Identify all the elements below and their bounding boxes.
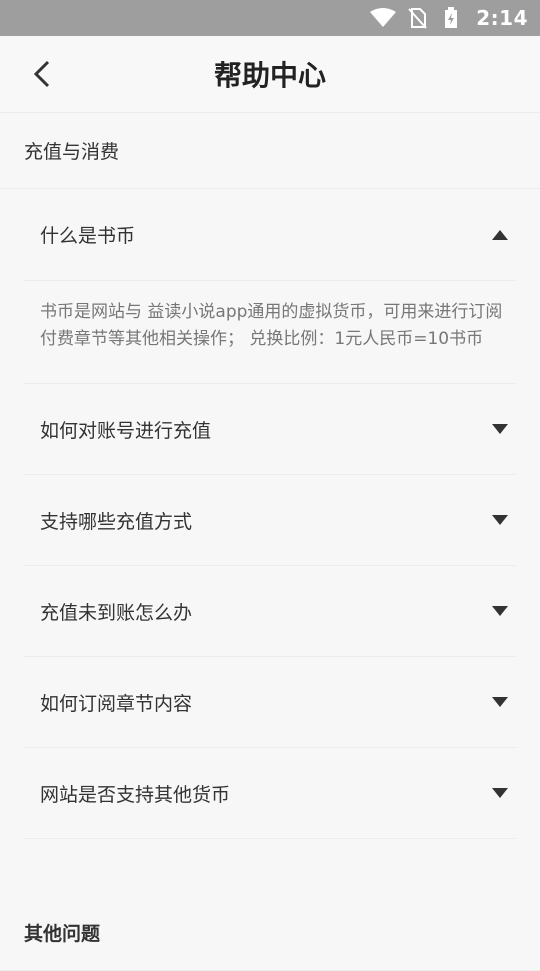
wifi-icon (370, 7, 397, 29)
faq-question-toggle[interactable]: 什么是书币 (24, 189, 516, 281)
faq-item: 什么是书币 书币是网站与 益读小说app通用的虚拟货币，可用来进行订阅付费章节等… (24, 189, 516, 384)
faq-list-recharge: 什么是书币 书币是网站与 益读小说app通用的虚拟货币，可用来进行订阅付费章节等… (24, 189, 516, 839)
faq-question-toggle[interactable]: 如何订阅章节内容 (24, 657, 516, 747)
triangle-down-icon (490, 513, 510, 527)
status-bar: 2:14 (0, 0, 540, 36)
faq-question-text: 网站是否支持其他货币 (40, 783, 231, 806)
section-title-recharge: 充值与消费 (0, 113, 540, 189)
faq-question-toggle[interactable]: 支持哪些充值方式 (24, 475, 516, 565)
faq-question-text: 支持哪些充值方式 (40, 510, 193, 533)
faq-item: 支持哪些充值方式 (24, 475, 516, 566)
triangle-down-icon (490, 695, 510, 709)
no-sim-icon (404, 7, 430, 29)
faq-question-toggle[interactable]: 如何对账号进行充值 (24, 384, 516, 474)
triangle-down-icon (490, 604, 510, 618)
status-time: 2:14 (476, 6, 528, 30)
faq-question-toggle[interactable]: 网站是否支持其他货币 (24, 748, 516, 838)
faq-question-text: 什么是书币 (40, 225, 136, 247)
faq-item: 网站是否支持其他货币 (24, 748, 516, 839)
back-button[interactable] (22, 54, 62, 94)
faq-item: 如何订阅章节内容 (24, 657, 516, 748)
faq-question-toggle[interactable]: 充值未到账怎么办 (24, 566, 516, 656)
faq-question-text: 充值未到账怎么办 (40, 601, 193, 624)
triangle-up-icon (490, 228, 510, 242)
faq-question-text: 如何对账号进行充值 (40, 419, 212, 442)
app-header: 帮助中心 (0, 36, 540, 113)
page-title: 帮助中心 (213, 59, 326, 92)
faq-item: 充值未到账怎么办 (24, 566, 516, 657)
faq-answer: 书币是网站与 益读小说app通用的虚拟货币，可用来进行订阅付费章节等其他相关操作… (40, 302, 503, 349)
triangle-down-icon (490, 786, 510, 800)
faq-question-text: 如何订阅章节内容 (40, 692, 193, 715)
battery-charging-icon (438, 7, 464, 29)
triangle-down-icon (490, 422, 510, 436)
faq-item: 如何对账号进行充值 (24, 384, 516, 475)
section-title-other[interactable]: 其他问题 (0, 839, 540, 971)
chevron-left-icon (33, 60, 50, 88)
